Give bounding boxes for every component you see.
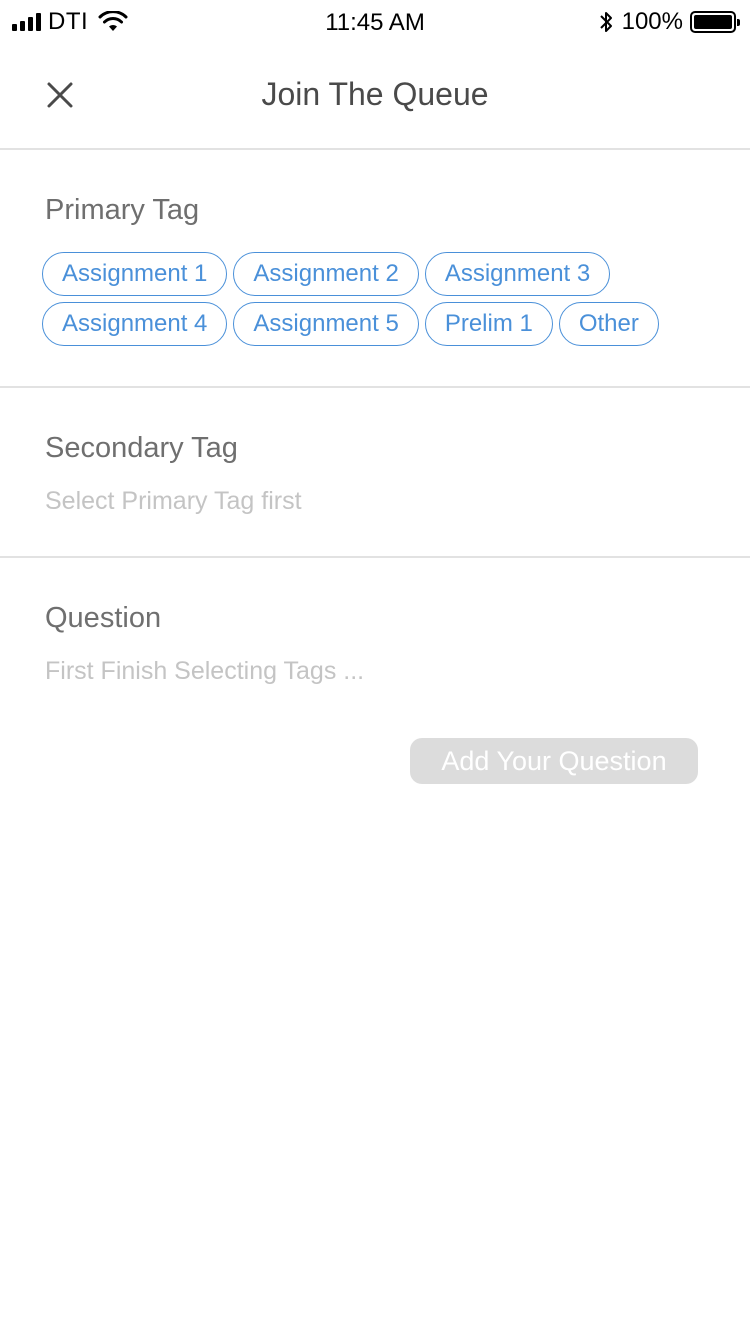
status-bar: DTI 11:45 AM 100% — [0, 0, 750, 44]
battery-fill — [694, 15, 732, 29]
primary-tag-list: Assignment 1 Assignment 2 Assignment 3 A… — [42, 252, 722, 346]
header: Join The Queue — [0, 44, 750, 150]
secondary-tag-section: Secondary Tag Select Primary Tag first — [0, 388, 750, 558]
secondary-tag-title: Secondary Tag — [45, 432, 238, 464]
bluetooth-icon — [599, 12, 612, 32]
battery-percent: 100% — [621, 8, 683, 35]
tag-assignment-5[interactable]: Assignment 5 — [233, 302, 419, 346]
status-right: 100% — [598, 8, 740, 36]
primary-tag-title: Primary Tag — [45, 194, 200, 226]
primary-tag-section: Primary Tag Assignment 1 Assignment 2 As… — [0, 152, 750, 388]
tag-assignment-2[interactable]: Assignment 2 — [233, 252, 419, 296]
secondary-tag-hint: Select Primary Tag first — [45, 487, 302, 515]
tag-assignment-3[interactable]: Assignment 3 — [424, 252, 611, 296]
question-section: Question First Finish Selecting Tags ...… — [0, 558, 750, 818]
page-title: Join The Queue — [261, 76, 489, 112]
question-title: Question — [45, 602, 162, 634]
tag-assignment-1[interactable]: Assignment 1 — [42, 252, 228, 296]
tag-assignment-4[interactable]: Assignment 4 — [42, 302, 228, 346]
question-input[interactable]: First Finish Selecting Tags ... — [45, 657, 364, 686]
tag-prelim-1[interactable]: Prelim 1 — [424, 302, 553, 346]
add-question-button[interactable]: Add Your Question — [410, 738, 698, 784]
battery-icon — [690, 11, 740, 33]
tag-other[interactable]: Other — [558, 302, 659, 346]
